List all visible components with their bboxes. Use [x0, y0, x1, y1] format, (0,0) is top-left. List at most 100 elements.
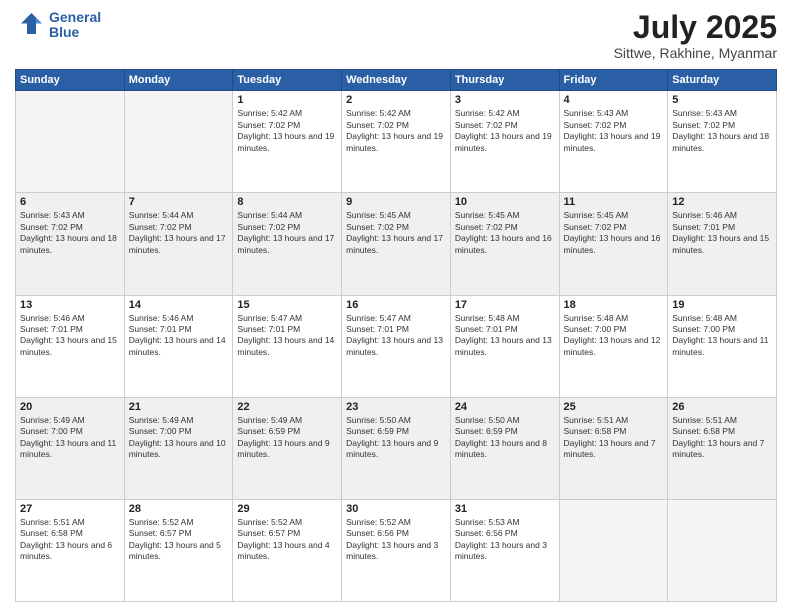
location: Sittwe, Rakhine, Myanmar — [614, 45, 777, 61]
calendar-week-row: 20Sunrise: 5:49 AM Sunset: 7:00 PM Dayli… — [16, 397, 777, 499]
calendar-week-row: 6 Sunrise: 5:43 AM Sunset: 7:02 PM Daylig… — [16, 193, 777, 295]
day-number: 22 — [237, 401, 337, 413]
day-of-week-monday: Monday — [124, 70, 233, 91]
title-section: July 2025 Sittwe, Rakhine, Myanmar — [614, 10, 777, 61]
logo-text: General Blue — [49, 10, 101, 41]
day-detail: Sunrise: 5:43 AM Sunset: 7:02 PM Dayligh… — [20, 210, 120, 256]
calendar-cell: 22 Sunrise: 5:49 AM Sunset: 6:59 PM Dayli… — [233, 397, 342, 499]
day-detail: Sunrise: 5:48 AM Sunset: 7:00 PM Dayligh… — [564, 313, 664, 359]
month-year: July 2025 — [614, 10, 777, 45]
day-detail: Sunrise: 5:45 AM Sunset: 7:02 PM Dayligh… — [455, 210, 555, 256]
day-detail: Sunrise: 5:45 AM Sunset: 7:02 PM Dayligh… — [564, 210, 664, 256]
calendar-cell: 19Sunrise: 5:48 AM Sunset: 7:00 PM Dayli… — [668, 295, 777, 397]
day-number: 24 — [455, 401, 555, 413]
day-of-week-wednesday: Wednesday — [342, 70, 451, 91]
calendar-cell — [16, 91, 125, 193]
day-number: 26 — [672, 401, 772, 413]
day-detail: Sunrise: 5:44 AM Sunset: 7:02 PM Dayligh… — [129, 210, 229, 256]
calendar-week-row: 13Sunrise: 5:46 AM Sunset: 7:01 PM Dayli… — [16, 295, 777, 397]
calendar-cell: 14Sunrise: 5:46 AM Sunset: 7:01 PM Dayli… — [124, 295, 233, 397]
day-detail: Sunrise: 5:46 AM Sunset: 7:01 PM Dayligh… — [20, 313, 120, 359]
day-number: 15 — [237, 299, 337, 311]
day-number: 31 — [455, 503, 555, 515]
day-detail: Sunrise: 5:47 AM Sunset: 7:01 PM Dayligh… — [237, 313, 337, 359]
calendar-cell: 18 Sunrise: 5:48 AM Sunset: 7:00 PM Dayli… — [559, 295, 668, 397]
day-number: 27 — [20, 503, 120, 515]
page: General Blue July 2025 Sittwe, Rakhine, … — [0, 0, 792, 612]
day-detail: Sunrise: 5:51 AM Sunset: 6:58 PM Dayligh… — [20, 517, 120, 563]
calendar-cell: 25 Sunrise: 5:51 AM Sunset: 6:58 PM Dayli… — [559, 397, 668, 499]
day-number: 4 — [564, 94, 664, 106]
day-detail: Sunrise: 5:49 AM Sunset: 6:59 PM Dayligh… — [237, 415, 337, 461]
calendar-cell: 21 Sunrise: 5:49 AM Sunset: 7:00 PM Dayli… — [124, 397, 233, 499]
day-detail: Sunrise: 5:48 AM Sunset: 7:01 PM Dayligh… — [455, 313, 555, 359]
day-detail: Sunrise: 5:52 AM Sunset: 6:56 PM Dayligh… — [346, 517, 446, 563]
logo-icon — [15, 10, 45, 40]
day-detail: Sunrise: 5:51 AM Sunset: 6:58 PM Dayligh… — [564, 415, 664, 461]
calendar-cell: 6 Sunrise: 5:43 AM Sunset: 7:02 PM Daylig… — [16, 193, 125, 295]
day-number: 9 — [346, 196, 446, 208]
calendar-cell: 10 Sunrise: 5:45 AM Sunset: 7:02 PM Dayli… — [450, 193, 559, 295]
day-number: 29 — [237, 503, 337, 515]
header: General Blue July 2025 Sittwe, Rakhine, … — [15, 10, 777, 61]
calendar-header-row: SundayMondayTuesdayWednesdayThursdayFrid… — [16, 70, 777, 91]
calendar-cell: 16 Sunrise: 5:47 AM Sunset: 7:01 PM Dayli… — [342, 295, 451, 397]
calendar-cell: 23 Sunrise: 5:50 AM Sunset: 6:59 PM Dayli… — [342, 397, 451, 499]
day-detail: Sunrise: 5:42 AM Sunset: 7:02 PM Dayligh… — [237, 108, 337, 154]
calendar-cell: 17 Sunrise: 5:48 AM Sunset: 7:01 PM Dayli… — [450, 295, 559, 397]
day-number: 16 — [346, 299, 446, 311]
day-of-week-tuesday: Tuesday — [233, 70, 342, 91]
day-number: 11 — [564, 196, 664, 208]
day-detail: Sunrise: 5:46 AM Sunset: 7:01 PM Dayligh… — [672, 210, 772, 256]
day-of-week-sunday: Sunday — [16, 70, 125, 91]
calendar-cell — [668, 499, 777, 601]
calendar-week-row: 27 Sunrise: 5:51 AM Sunset: 6:58 PM Dayli… — [16, 499, 777, 601]
day-of-week-friday: Friday — [559, 70, 668, 91]
day-of-week-saturday: Saturday — [668, 70, 777, 91]
day-number: 5 — [672, 94, 772, 106]
calendar-cell — [559, 499, 668, 601]
day-number: 10 — [455, 196, 555, 208]
calendar-cell: 1 Sunrise: 5:42 AM Sunset: 7:02 PM Daylig… — [233, 91, 342, 193]
day-detail: Sunrise: 5:46 AM Sunset: 7:01 PM Dayligh… — [129, 313, 229, 359]
day-number: 18 — [564, 299, 664, 311]
day-number: 25 — [564, 401, 664, 413]
day-number: 17 — [455, 299, 555, 311]
day-number: 23 — [346, 401, 446, 413]
day-number: 1 — [237, 94, 337, 106]
day-number: 2 — [346, 94, 446, 106]
calendar-cell: 15 Sunrise: 5:47 AM Sunset: 7:01 PM Dayli… — [233, 295, 342, 397]
calendar-cell: 2 Sunrise: 5:42 AM Sunset: 7:02 PM Daylig… — [342, 91, 451, 193]
calendar-table: SundayMondayTuesdayWednesdayThursdayFrid… — [15, 69, 777, 602]
calendar-cell: 26 Sunrise: 5:51 AM Sunset: 6:58 PM Dayli… — [668, 397, 777, 499]
day-detail: Sunrise: 5:49 AM Sunset: 7:00 PM Dayligh… — [20, 415, 120, 461]
calendar-cell: 27 Sunrise: 5:51 AM Sunset: 6:58 PM Dayli… — [16, 499, 125, 601]
day-detail: Sunrise: 5:50 AM Sunset: 6:59 PM Dayligh… — [346, 415, 446, 461]
day-detail: Sunrise: 5:45 AM Sunset: 7:02 PM Dayligh… — [346, 210, 446, 256]
day-detail: Sunrise: 5:51 AM Sunset: 6:58 PM Dayligh… — [672, 415, 772, 461]
day-number: 21 — [129, 401, 229, 413]
day-number: 19 — [672, 299, 772, 311]
day-detail: Sunrise: 5:49 AM Sunset: 7:00 PM Dayligh… — [129, 415, 229, 461]
day-of-week-thursday: Thursday — [450, 70, 559, 91]
calendar-cell: 7Sunrise: 5:44 AM Sunset: 7:02 PM Daylig… — [124, 193, 233, 295]
calendar-cell: 28Sunrise: 5:52 AM Sunset: 6:57 PM Dayli… — [124, 499, 233, 601]
logo-line2: Blue — [49, 25, 101, 40]
day-detail: Sunrise: 5:43 AM Sunset: 7:02 PM Dayligh… — [564, 108, 664, 154]
day-detail: Sunrise: 5:42 AM Sunset: 7:02 PM Dayligh… — [455, 108, 555, 154]
day-number: 12 — [672, 196, 772, 208]
calendar-cell: 3Sunrise: 5:42 AM Sunset: 7:02 PM Daylig… — [450, 91, 559, 193]
calendar-week-row: 1 Sunrise: 5:42 AM Sunset: 7:02 PM Daylig… — [16, 91, 777, 193]
calendar-cell: 8Sunrise: 5:44 AM Sunset: 7:02 PM Daylig… — [233, 193, 342, 295]
day-number: 30 — [346, 503, 446, 515]
day-detail: Sunrise: 5:43 AM Sunset: 7:02 PM Dayligh… — [672, 108, 772, 154]
calendar-cell: 24 Sunrise: 5:50 AM Sunset: 6:59 PM Dayli… — [450, 397, 559, 499]
logo-line1: General — [49, 10, 101, 25]
day-detail: Sunrise: 5:50 AM Sunset: 6:59 PM Dayligh… — [455, 415, 555, 461]
day-detail: Sunrise: 5:42 AM Sunset: 7:02 PM Dayligh… — [346, 108, 446, 154]
calendar-cell: 5 Sunrise: 5:43 AM Sunset: 7:02 PM Daylig… — [668, 91, 777, 193]
day-number: 6 — [20, 196, 120, 208]
calendar-cell: 20Sunrise: 5:49 AM Sunset: 7:00 PM Dayli… — [16, 397, 125, 499]
day-detail: Sunrise: 5:52 AM Sunset: 6:57 PM Dayligh… — [129, 517, 229, 563]
day-detail: Sunrise: 5:47 AM Sunset: 7:01 PM Dayligh… — [346, 313, 446, 359]
